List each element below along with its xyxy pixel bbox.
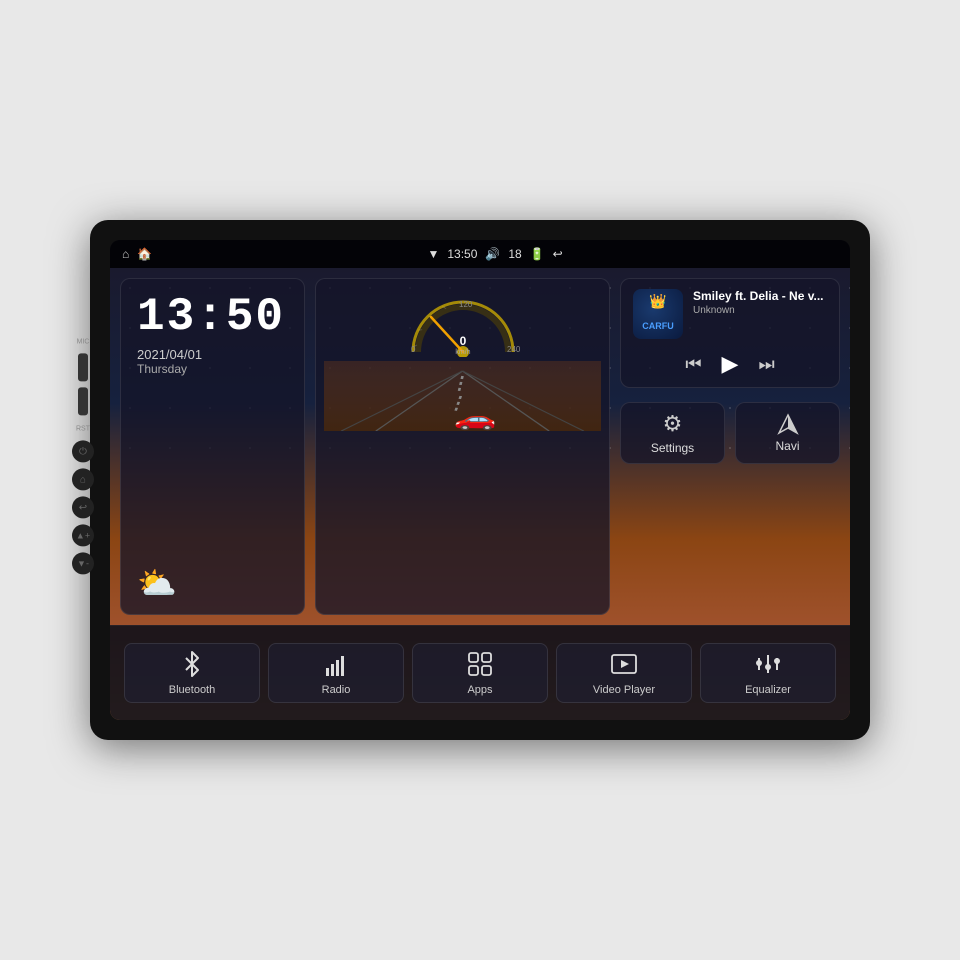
wifi-icon: ▼	[427, 247, 439, 261]
bluetooth-label: Bluetooth	[169, 684, 215, 696]
right-column: 👑 CARFU Smiley ft. Delia - Ne v... Unkno…	[620, 278, 840, 615]
rst-label: RST	[76, 425, 90, 432]
video-player-icon	[610, 650, 638, 678]
clock-widget: 13:50 2021/04/01 Thursday ⛅	[120, 278, 305, 615]
radio-label: Radio	[322, 684, 351, 696]
volume-icon: 🔊	[485, 247, 500, 261]
nav-item-equalizer[interactable]: Equalizer	[700, 643, 836, 703]
clock-time: 13:50	[137, 291, 288, 343]
music-title: Smiley ft. Delia - Ne v...	[693, 289, 827, 303]
speed-unit: km/h	[455, 349, 470, 356]
back-side-button[interactable]: ↩	[72, 496, 94, 518]
bottom-nav: Bluetooth Radio	[110, 625, 850, 720]
carfu-logo-text: CARFU	[642, 321, 674, 331]
road-svg: 🚗	[324, 361, 601, 431]
settings-button[interactable]: ⚙ Settings	[620, 402, 725, 464]
side-button-1[interactable]	[78, 353, 88, 381]
home-icon: ⌂	[122, 247, 129, 261]
car-head-unit: MIC RST ⏻ ⌂ ↩ ▲+ ▼- ⌂ 🏠 ▼ 13:50 🔊 18 🔋 ↩	[90, 220, 870, 740]
vol-up-button[interactable]: ▲+	[72, 524, 94, 546]
svg-text:240: 240	[507, 345, 521, 354]
crown-icon: 👑	[649, 293, 666, 310]
navi-label: Navi	[775, 439, 799, 453]
apps-label: Apps	[467, 684, 492, 696]
apps-icon	[466, 650, 494, 678]
status-left: ⌂ 🏠	[122, 247, 152, 261]
side-button-2[interactable]	[78, 387, 88, 415]
equalizer-icon	[754, 650, 782, 678]
next-button[interactable]: ⏭	[758, 354, 774, 375]
bluetooth-icon	[178, 650, 206, 678]
back-icon: ↩	[553, 247, 563, 261]
music-logo: 👑 CARFU	[633, 289, 683, 339]
nav-item-bluetooth[interactable]: Bluetooth	[124, 643, 260, 703]
side-buttons: MIC RST ⏻ ⌂ ↩ ▲+ ▼-	[72, 338, 94, 574]
navi-button[interactable]: Navi	[735, 402, 840, 464]
equalizer-label: Equalizer	[745, 684, 791, 696]
radio-icon	[322, 650, 350, 678]
vol-down-button[interactable]: ▼-	[72, 552, 94, 574]
house-icon: 🏠	[137, 247, 152, 261]
status-time: 13:50	[447, 247, 477, 261]
volume-level: 18	[508, 247, 521, 261]
clock-day: Thursday	[137, 362, 288, 376]
status-center: ▼ 13:50 🔊 18 🔋 ↩	[427, 247, 562, 261]
settings-label: Settings	[651, 441, 694, 455]
settings-navi-row: ⚙ Settings Navi	[620, 402, 840, 464]
status-bar: ⌂ 🏠 ▼ 13:50 🔊 18 🔋 ↩	[110, 240, 850, 268]
main-content: 13:50 2021/04/01 Thursday ⛅	[110, 268, 850, 720]
svg-text:🚗: 🚗	[454, 408, 497, 431]
settings-icon: ⚙	[663, 411, 683, 437]
svg-text:0: 0	[411, 345, 416, 354]
nav-item-video-player[interactable]: Video Player	[556, 643, 692, 703]
clock-date: 2021/04/01	[137, 347, 288, 362]
weather-icon: ⛅	[137, 564, 288, 602]
svg-text:120: 120	[459, 300, 473, 309]
speed-widget: 0 120 240 0 km/h	[315, 278, 610, 615]
mic-label: MIC	[77, 338, 90, 345]
battery-icon: 🔋	[530, 247, 545, 261]
music-controls: ⏮ ▶ ⏭	[633, 351, 827, 377]
music-info: Smiley ft. Delia - Ne v... Unknown	[693, 289, 827, 316]
play-button[interactable]: ▶	[722, 351, 739, 377]
widgets-row: 13:50 2021/04/01 Thursday ⛅	[110, 268, 850, 625]
nav-item-apps[interactable]: Apps	[412, 643, 548, 703]
video-player-label: Video Player	[593, 684, 655, 696]
music-top: 👑 CARFU Smiley ft. Delia - Ne v... Unkno…	[633, 289, 827, 339]
navi-icon	[777, 413, 799, 435]
nav-item-radio[interactable]: Radio	[268, 643, 404, 703]
speed-value: 0	[459, 334, 466, 348]
speedometer-svg: 0 120 240 0 km/h	[403, 287, 523, 357]
music-artist: Unknown	[693, 305, 827, 316]
screen: ⌂ 🏠 ▼ 13:50 🔊 18 🔋 ↩ 13:50 2021/04/0	[110, 240, 850, 720]
home-side-button[interactable]: ⌂	[72, 468, 94, 490]
music-widget: 👑 CARFU Smiley ft. Delia - Ne v... Unkno…	[620, 278, 840, 388]
road-scene: 🚗	[324, 361, 601, 431]
power-button[interactable]: ⏻	[72, 440, 94, 462]
prev-button[interactable]: ⏮	[685, 354, 701, 375]
